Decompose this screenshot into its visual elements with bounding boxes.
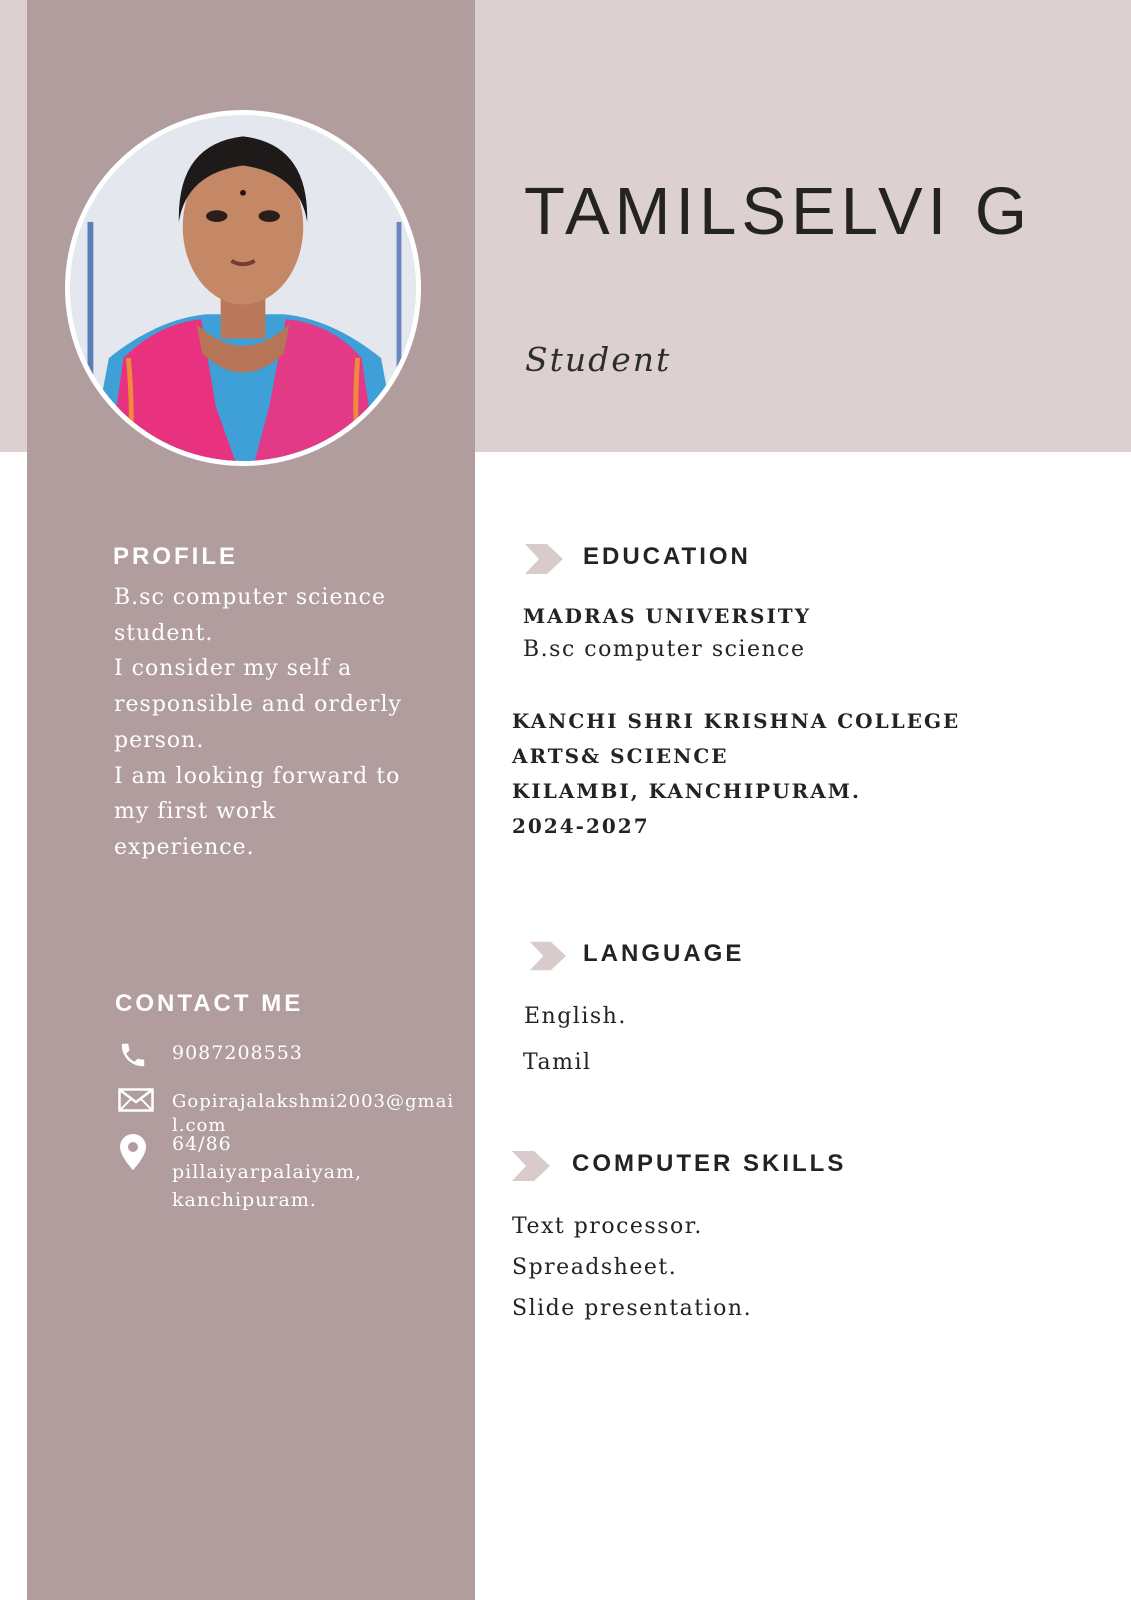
candidate-name: TAMILSELVI G (524, 174, 1033, 249)
chevron-arrow-icon (530, 941, 566, 971)
degree-name: B.sc computer science (523, 637, 806, 662)
profile-text: B.sc computer science student. I conside… (114, 585, 402, 860)
chevron-arrow-icon (512, 1151, 550, 1181)
postal-address: 64/86 pillaiyarpalaiyam, kanchipuram. (172, 1133, 363, 1211)
candidate-role: Student (525, 340, 672, 379)
language-item: Tamil (523, 1050, 592, 1075)
skill-item: Slide presentation. (512, 1296, 753, 1321)
college-details: KANCHI SHRI KRISHNA COLLEGE ARTS& SCIENC… (512, 709, 961, 838)
profile-photo (65, 110, 421, 466)
phone-number[interactable]: 9087208553 (172, 1040, 462, 1066)
language-item: English. (524, 1004, 627, 1029)
contact-heading: CONTACT ME (115, 990, 304, 1017)
skills-heading: COMPUTER SKILLS (572, 1150, 847, 1177)
chevron-arrow-icon (525, 544, 563, 574)
phone-icon (118, 1040, 148, 1074)
mail-icon (118, 1088, 154, 1116)
education-heading: EDUCATION (583, 543, 751, 570)
skill-item: Spreadsheet. (512, 1255, 678, 1280)
language-heading: LANGUAGE (583, 940, 745, 967)
profile-heading: PROFILE (113, 543, 239, 570)
skill-item: Text processor. (512, 1214, 703, 1239)
portrait-illustration (70, 115, 416, 461)
university-name: MADRAS UNIVERSITY (523, 604, 811, 628)
location-pin-icon (120, 1134, 146, 1174)
